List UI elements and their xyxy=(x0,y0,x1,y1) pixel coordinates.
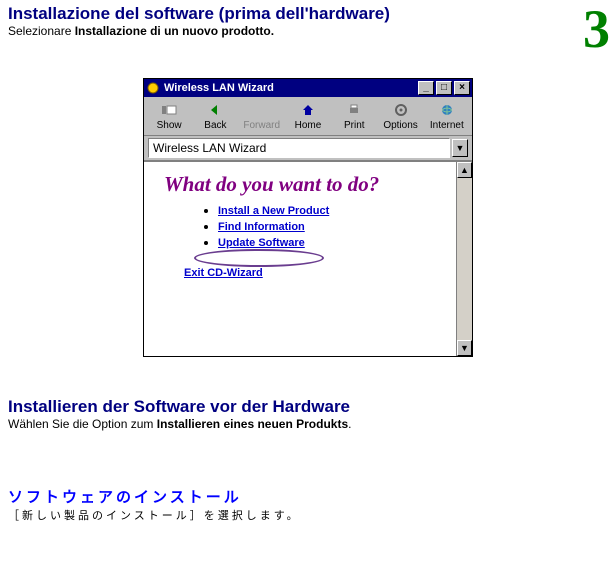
subtext-italian: Selezionare Installazione di un nuovo pr… xyxy=(8,24,608,38)
scroll-up-button[interactable]: ▲ xyxy=(457,162,472,178)
bullet-icon xyxy=(204,209,208,213)
toolbar-forward-label: Forward xyxy=(243,120,280,131)
highlight-oval xyxy=(194,249,324,267)
option-find[interactable]: Find Information xyxy=(204,221,472,233)
subtext-japanese: ［新しい製品のインストール］を選択します。 xyxy=(8,507,608,523)
toolbar-show[interactable]: Show xyxy=(146,99,192,133)
maximize-button[interactable]: □ xyxy=(436,81,452,95)
close-button[interactable]: × xyxy=(454,81,470,95)
home-icon xyxy=(285,101,331,119)
toolbar-print-label: Print xyxy=(344,120,365,131)
subtext-german-bold: Installieren eines neuen Produkts xyxy=(157,417,348,431)
scrollbar-vertical[interactable]: ▲ ▼ xyxy=(456,162,472,356)
heading-japanese: ソフトウェアのインストール xyxy=(8,486,608,507)
toolbar-forward: Forward xyxy=(239,99,285,133)
option-exit[interactable]: Exit CD-Wizard xyxy=(184,267,472,279)
toolbar-options-label: Options xyxy=(383,120,417,131)
page-number: 3 xyxy=(583,2,610,56)
subtext-italian-bold: Installazione di un nuovo prodotto. xyxy=(75,24,274,38)
wizard-question: What do you want to do? xyxy=(144,162,472,205)
subtext-italian-prefix: Selezionare xyxy=(8,24,75,38)
option-exit-label: Exit CD-Wizard xyxy=(184,267,263,279)
scroll-down-button[interactable]: ▼ xyxy=(457,340,472,356)
viewport: What do you want to do? Install a New Pr… xyxy=(144,161,472,356)
options-icon xyxy=(377,101,423,119)
option-find-label: Find Information xyxy=(218,221,305,233)
heading-german: Installieren der Software vor der Hardwa… xyxy=(8,397,608,417)
toolbar: Show Back Forward Home Print xyxy=(144,97,472,136)
bullet-icon xyxy=(204,225,208,229)
option-update[interactable]: Update Software xyxy=(204,237,472,249)
subtext-german-suffix: . xyxy=(348,417,351,431)
subtext-german-prefix: Wählen Sie die Option zum xyxy=(8,417,157,431)
toolbar-home[interactable]: Home xyxy=(285,99,331,133)
subtext-german: Wählen Sie die Option zum Installieren e… xyxy=(8,417,608,431)
toolbar-options[interactable]: Options xyxy=(377,99,423,133)
titlebar: Wireless LAN Wizard _ □ × xyxy=(144,79,472,97)
internet-icon xyxy=(424,101,470,119)
toolbar-home-label: Home xyxy=(295,120,322,131)
forward-icon xyxy=(239,101,285,119)
app-icon xyxy=(146,81,160,95)
option-install-label: Install a New Product xyxy=(218,205,329,217)
wizard-window: Wireless LAN Wizard _ □ × Show Back xyxy=(143,78,473,357)
back-icon xyxy=(192,101,238,119)
bullet-icon xyxy=(204,241,208,245)
address-input[interactable]: Wireless LAN Wizard xyxy=(148,138,450,158)
toolbar-internet[interactable]: Internet xyxy=(424,99,470,133)
minimize-button[interactable]: _ xyxy=(418,81,434,95)
address-bar: Wireless LAN Wizard ▼ xyxy=(144,136,472,161)
option-install[interactable]: Install a New Product xyxy=(204,205,472,217)
toolbar-print[interactable]: Print xyxy=(331,99,377,133)
heading-italian: Installazione del software (prima dell'h… xyxy=(8,4,608,24)
toolbar-show-label: Show xyxy=(157,120,182,131)
address-dropdown[interactable]: ▼ xyxy=(452,139,468,157)
scroll-track[interactable] xyxy=(457,178,472,340)
print-icon xyxy=(331,101,377,119)
show-icon xyxy=(146,101,192,119)
option-update-label: Update Software xyxy=(218,237,305,249)
window-title: Wireless LAN Wizard xyxy=(164,82,418,94)
toolbar-back-label: Back xyxy=(204,120,226,131)
toolbar-internet-label: Internet xyxy=(430,120,464,131)
toolbar-back[interactable]: Back xyxy=(192,99,238,133)
